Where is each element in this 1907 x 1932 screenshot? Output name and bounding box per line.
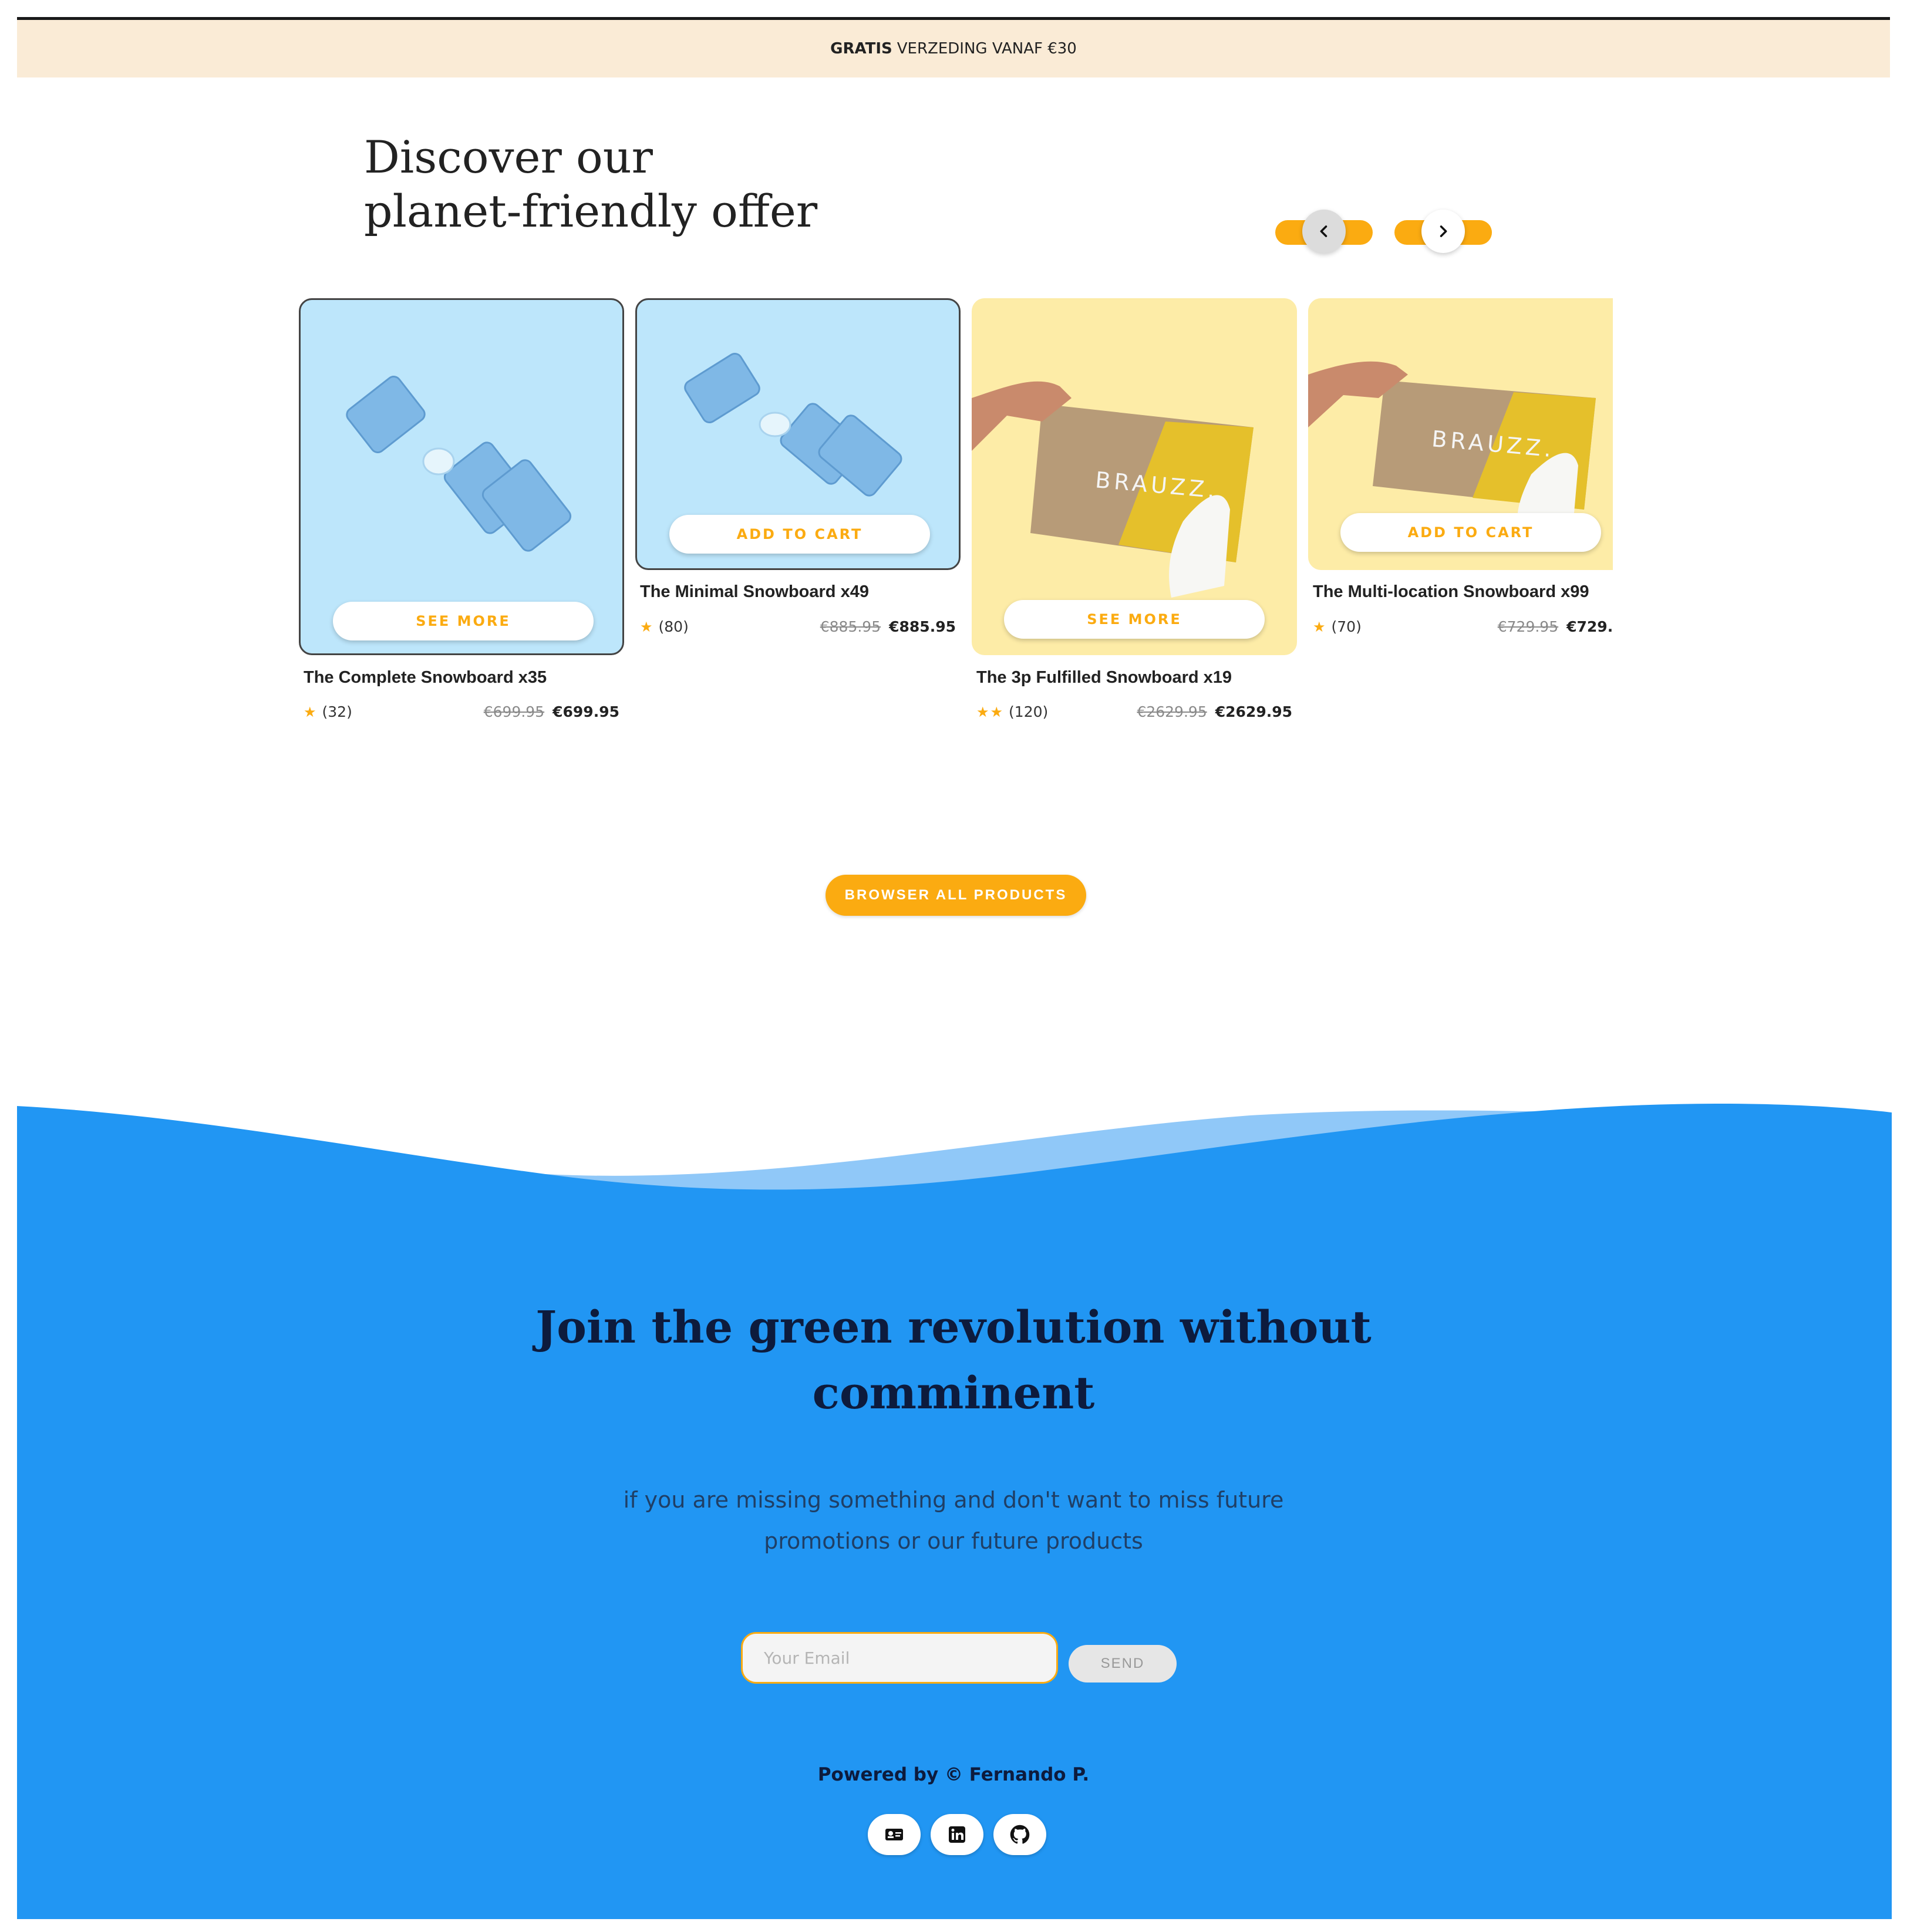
old-price: €729.95 — [1497, 618, 1559, 635]
price: €699.95 — [552, 703, 619, 720]
price-group: €699.95 €699.95 — [484, 703, 619, 720]
banner-text: VERZEDING VANAF €30 — [897, 40, 1077, 58]
newsletter-subtitle: if you are missing something and don't w… — [0, 1479, 1907, 1562]
carousel-next-track — [1394, 210, 1492, 253]
rating-count: (80) — [658, 618, 689, 635]
product-image[interactable]: ADD TO CART — [635, 298, 961, 570]
product-image[interactable]: BRAUZZ. SEE MORE — [972, 298, 1297, 655]
linkedin-link[interactable] — [931, 1814, 983, 1855]
price-group: €885.95 €885.95 — [820, 618, 956, 635]
product-name[interactable]: The 3p Fulfilled Snowboard x19 — [976, 668, 1232, 687]
newsletter-title-line-1: Join the green revolution without — [535, 1301, 1372, 1353]
product-meta: ★ (32) €699.95 €699.95 — [304, 703, 619, 727]
portfolio-link[interactable] — [868, 1814, 921, 1855]
carousel-prev-button[interactable] — [1302, 210, 1346, 253]
email-field[interactable] — [741, 1632, 1058, 1684]
price: €2629.95 — [1215, 703, 1292, 720]
newsletter-title-line-2: comminent — [812, 1367, 1095, 1419]
banner-bold: GRATIS — [830, 40, 892, 58]
rating-count: (120) — [1009, 703, 1049, 720]
rating-stars: ★ — [1313, 619, 1327, 635]
section-heading: Discover our planet-friendly offer — [364, 130, 892, 238]
rating-stars: ★★ — [976, 704, 1005, 720]
price: €885.95 — [889, 618, 956, 635]
product-name[interactable]: The Complete Snowboard x35 — [304, 668, 547, 687]
product-name[interactable]: The Minimal Snowboard x49 — [640, 582, 869, 602]
carousel-prev-track — [1275, 210, 1373, 253]
product-meta: ★(70) €729.95 €729.95 — [1313, 618, 1613, 642]
newsletter-subtitle-line-1: if you are missing something and don't w… — [623, 1487, 1284, 1513]
price: €729.95 — [1566, 618, 1613, 635]
rating-count: (70) — [1331, 618, 1362, 635]
rating-stars: ★ — [304, 704, 318, 720]
newsletter-title: Join the green revolution without commin… — [0, 1294, 1907, 1426]
heading-line-1: Discover our — [364, 131, 653, 183]
price-group: €2629.95 €2629.95 — [1137, 703, 1292, 720]
rating-count: (32) — [322, 703, 352, 720]
see-more-button[interactable]: SEE MORE — [1004, 600, 1265, 639]
old-price: €2629.95 — [1137, 703, 1207, 720]
price-group: €729.95 €729.95 — [1498, 618, 1613, 635]
powered-by: Powered by © Fernando P. — [817, 1764, 1090, 1785]
shipping-banner: GRATIS VERZEDING VANAF €30 — [17, 20, 1890, 77]
chevron-right-icon — [1440, 225, 1447, 237]
product-image[interactable]: SEE MORE — [299, 298, 624, 655]
add-to-cart-button[interactable]: ADD TO CART — [1340, 513, 1601, 552]
chevron-left-icon — [1320, 225, 1328, 237]
heading-line-2: planet-friendly offer — [364, 185, 818, 237]
rating-stars: ★ — [640, 619, 654, 635]
product-image[interactable]: BRAUZZ. ADD TO CART — [1308, 298, 1613, 570]
product-card[interactable]: BRAUZZ. ADD TO CART The Multi-location S… — [1308, 298, 1613, 650]
product-meta: ★ (80) €885.95 €885.95 — [640, 618, 956, 642]
product-meta: ★★ (120) €2629.95 €2629.95 — [976, 703, 1292, 727]
github-link[interactable] — [993, 1814, 1046, 1855]
carousel-next-button[interactable] — [1421, 210, 1465, 253]
old-price: €699.95 — [483, 703, 545, 720]
id-card-icon — [885, 1829, 903, 1840]
old-price: €885.95 — [820, 618, 881, 635]
linkedin-icon — [949, 1826, 965, 1843]
see-more-button[interactable]: SEE MORE — [333, 602, 594, 640]
product-name[interactable]: The Multi-location Snowboard x99 — [1313, 582, 1589, 602]
add-to-cart-button[interactable]: ADD TO CART — [669, 515, 930, 554]
send-button[interactable]: SEND — [1069, 1645, 1177, 1683]
github-icon — [1010, 1825, 1030, 1844]
newsletter-subtitle-line-2: promotions or our future products — [764, 1528, 1143, 1554]
browse-all-products-button[interactable]: BROWSER ALL PRODUCTS — [826, 875, 1086, 916]
